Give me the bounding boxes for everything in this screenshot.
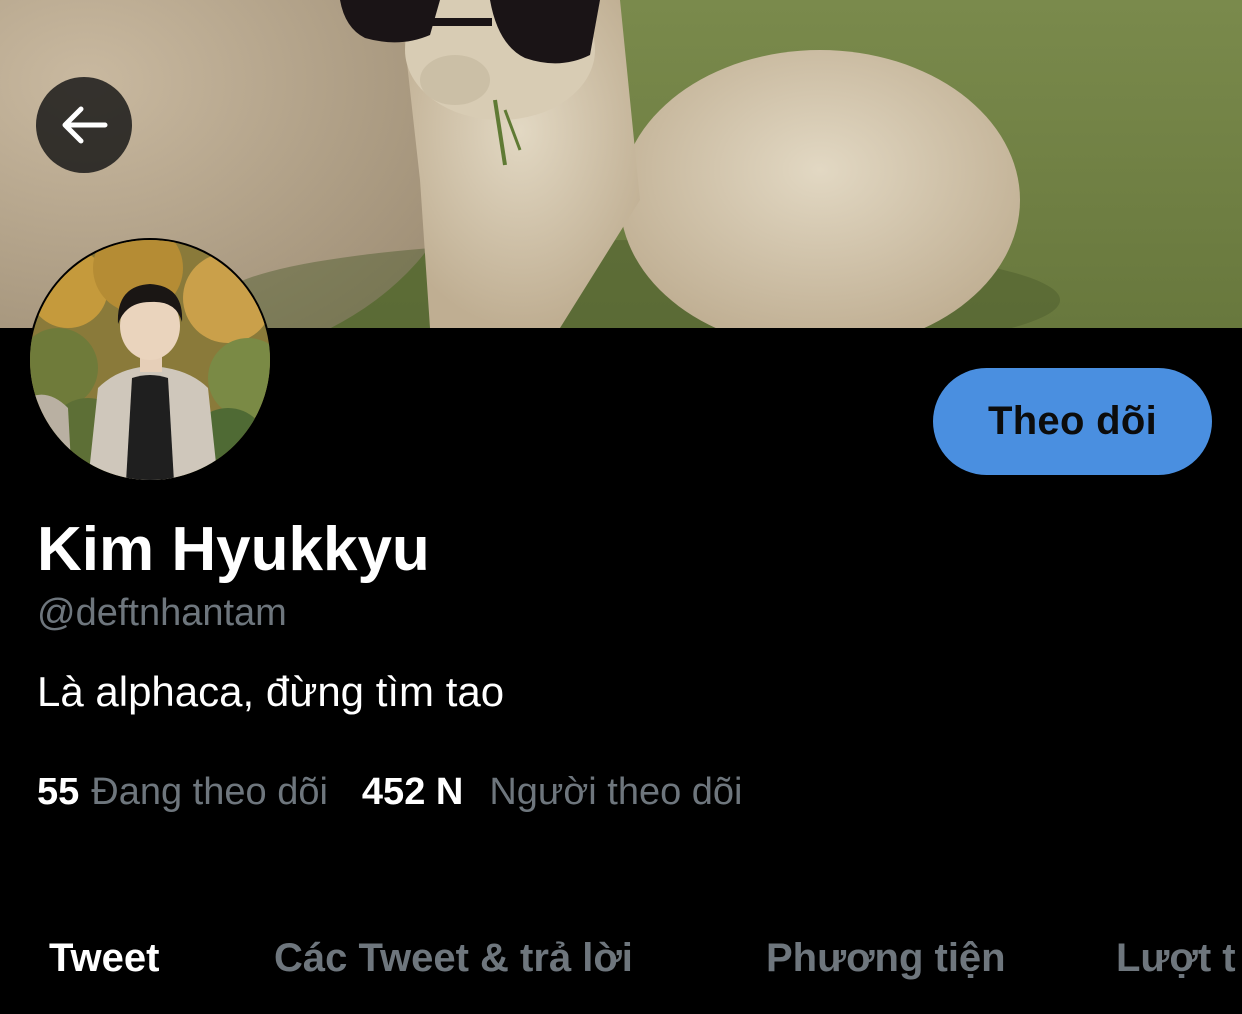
avatar-image [30,240,270,480]
tab-media[interactable]: Phương tiện [766,930,1006,986]
arrow-left-icon [62,106,108,144]
follow-button-label: Theo dõi [987,399,1158,443]
following-label: Đang theo dõi [91,771,328,813]
tab-tweets-and-replies[interactable]: Các Tweet & trả lời [274,930,633,986]
profile-tabs: Tweet Các Tweet & trả lời Phương tiện Lư… [0,930,1242,990]
profile-avatar[interactable] [28,238,272,482]
user-handle: @deftnhantam [37,592,287,634]
followers-label: Người theo dõi [489,771,743,813]
following-count: 55 [37,771,80,813]
profile-stats: 55 Đang theo dõi 452 N Người theo dõi [37,768,743,816]
followers-stat[interactable]: 452 N Người theo dõi [362,771,743,813]
following-stat[interactable]: 55 Đang theo dõi [37,771,328,813]
follow-button[interactable]: Theo dõi [933,368,1212,475]
followers-count: 452 N [361,771,464,813]
back-button[interactable] [36,77,132,173]
tab-tweets[interactable]: Tweet [49,930,159,986]
display-name: Kim Hyukkyu [37,515,430,584]
tab-likes[interactable]: Lượt t [1116,930,1236,986]
profile-bio: Là alphaca, đừng tìm tao [37,668,505,715]
